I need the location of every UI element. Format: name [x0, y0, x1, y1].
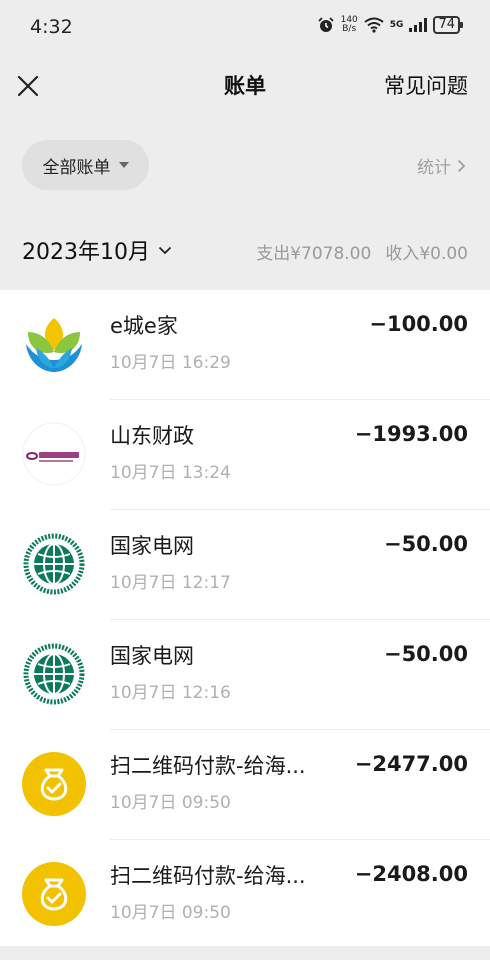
transaction-row[interactable]: 国家电网 10月7日 12:16 −50.00 — [0, 620, 490, 730]
transaction-amount: −50.00 — [383, 642, 468, 666]
transaction-time: 10月7日 12:16 — [110, 683, 231, 703]
signal-icon — [409, 18, 428, 32]
transaction-name: 山东财政 — [110, 424, 194, 448]
state-grid-logo — [23, 643, 85, 705]
faq-link[interactable]: 常见问题 — [384, 70, 468, 100]
month-label: 2023年10月 — [22, 240, 150, 265]
money-bag-icon — [22, 862, 86, 926]
transaction-amount: −1993.00 — [354, 422, 468, 446]
stats-label: 统计 — [417, 158, 451, 178]
alarm-icon — [317, 17, 334, 32]
transaction-name: 国家电网 — [110, 644, 194, 668]
network-type: 5G — [389, 20, 404, 30]
transaction-time: 10月7日 16:29 — [110, 353, 231, 373]
status-icons: 140 B/s 5G 74 — [317, 15, 463, 34]
all-bills-filter[interactable]: 全部账单 — [22, 140, 149, 190]
net-speed: 140 B/s — [340, 15, 358, 34]
transaction-name: e城e家 — [110, 314, 178, 338]
transaction-time: 10月7日 09:50 — [110, 793, 231, 813]
state-grid-logo — [23, 533, 85, 595]
status-time: 4:32 — [30, 16, 73, 38]
caret-down-icon — [118, 162, 129, 168]
transaction-amount: −2477.00 — [354, 752, 468, 776]
transaction-amount: −50.00 — [383, 532, 468, 556]
transaction-row[interactable]: e城e家 10月7日 16:29 −100.00 — [0, 290, 490, 400]
transaction-name: 扫二维码付款-给海... — [110, 864, 306, 888]
filter-bar: 全部账单 统计 — [0, 116, 490, 212]
all-bills-label: 全部账单 — [42, 157, 111, 178]
everbright-cloud-pay-logo — [22, 422, 86, 486]
expense-total: 支出¥7078.00 — [256, 244, 372, 264]
money-bag-icon — [22, 752, 86, 816]
status-bar: 4:32 140 B/s 5G 74 — [0, 0, 490, 56]
transaction-row[interactable]: 扫二维码付款-给海... 10月7日 09:50 −2408.00 — [0, 840, 490, 950]
close-icon[interactable] — [14, 72, 42, 100]
stats-link[interactable]: 统计 — [417, 153, 466, 178]
transaction-row[interactable]: 山东财政 10月7日 13:24 −1993.00 — [0, 400, 490, 510]
transaction-time: 10月7日 13:24 — [110, 463, 231, 483]
transaction-list: e城e家 10月7日 16:29 −100.00 山东财政 10月7日 13:2… — [0, 290, 490, 946]
nav-bar: 账单 常见问题 — [0, 56, 490, 116]
income-total: 收入¥0.00 — [385, 244, 468, 264]
chevron-down-icon — [158, 246, 172, 254]
e-city-e-home-logo — [23, 313, 85, 375]
transaction-row[interactable]: 扫二维码付款-给海... 10月7日 09:50 −2477.00 — [0, 730, 490, 840]
transaction-time: 10月7日 12:17 — [110, 573, 231, 593]
transaction-time: 10月7日 09:50 — [110, 903, 231, 923]
transaction-row[interactable]: 国家电网 10月7日 12:17 −50.00 — [0, 510, 490, 620]
month-totals: 支出¥7078.00 收入¥0.00 — [256, 239, 468, 264]
month-selector[interactable]: 2023年10月 — [22, 234, 172, 266]
chevron-right-icon — [457, 159, 466, 172]
wifi-icon — [364, 17, 384, 33]
transaction-amount: −2408.00 — [354, 862, 468, 886]
transaction-amount: −100.00 — [369, 312, 468, 336]
transaction-name: 扫二维码付款-给海... — [110, 754, 306, 778]
transaction-name: 国家电网 — [110, 534, 194, 558]
month-summary-bar: 2023年10月 支出¥7078.00 收入¥0.00 — [0, 212, 490, 290]
battery-indicator: 74 — [433, 16, 463, 34]
